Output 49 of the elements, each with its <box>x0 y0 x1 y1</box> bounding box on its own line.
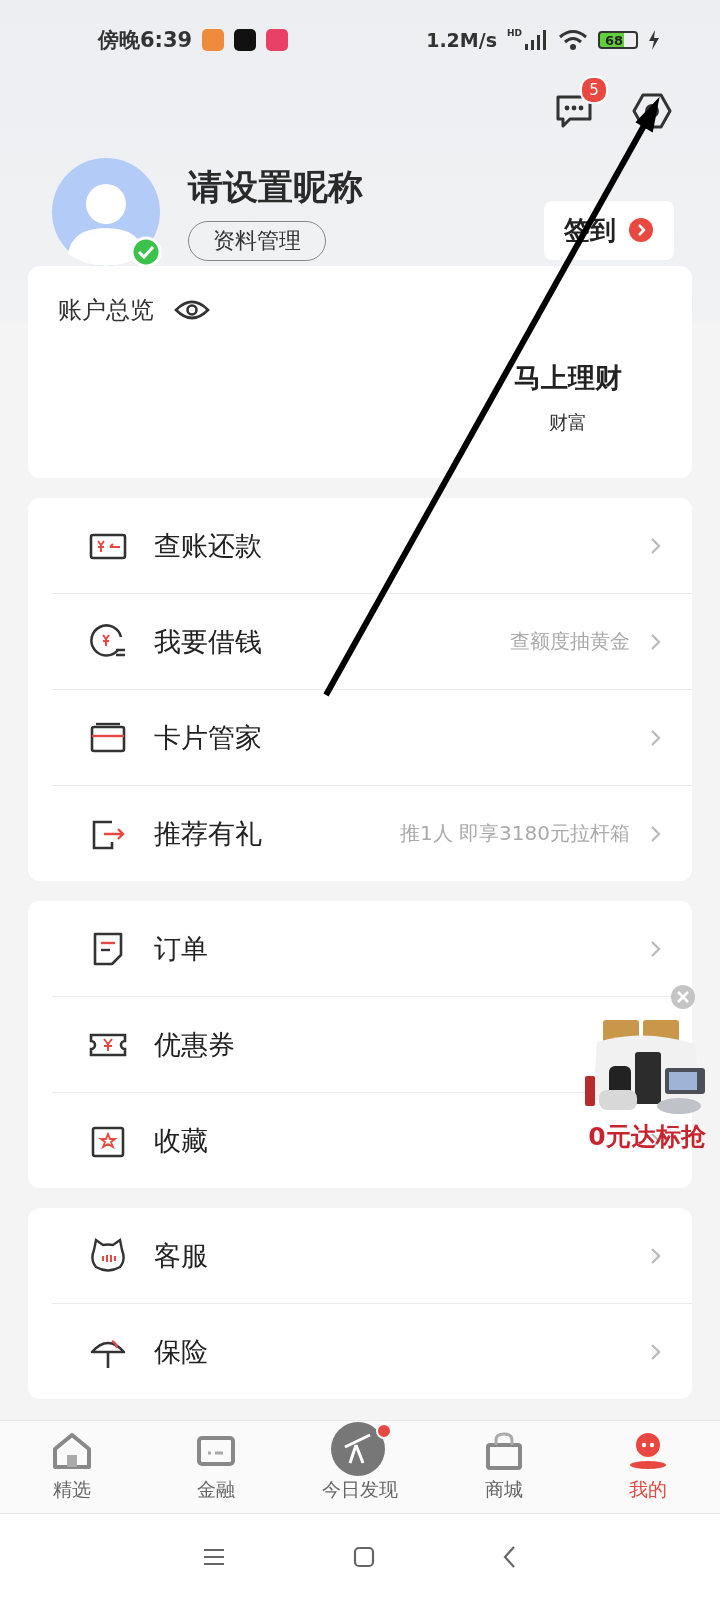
battery-icon: 68 <box>598 31 638 49</box>
product-name[interactable]: 马上理财 <box>514 360 622 396</box>
nav-tab[interactable]: 金融 <box>144 1421 288 1513</box>
status-time: 傍晚6:39 <box>98 27 193 54</box>
menu-item[interactable]: 订单 <box>154 930 208 967</box>
promo-caption[interactable]: 0元达标抢 <box>588 1120 706 1153</box>
chevron-right-icon <box>650 535 662 556</box>
menu-item[interactable]: 优惠券 <box>154 1026 235 1063</box>
menu-icon[interactable] <box>202 1547 226 1567</box>
home-icon <box>51 1431 93 1471</box>
arrow-circle-icon <box>628 217 654 243</box>
settings-icon[interactable] <box>632 92 672 130</box>
app-notification-icon <box>202 29 225 51</box>
signal-icon <box>524 30 548 50</box>
account-title: 账户总览 <box>58 295 154 326</box>
app-notification-icon <box>266 29 289 51</box>
chevron-right-icon <box>650 938 662 959</box>
network-type: HD <box>507 28 522 38</box>
chevron-right-icon <box>650 631 662 652</box>
chevron-right-icon <box>650 1341 662 1362</box>
menu-item[interactable]: 客服 <box>154 1237 208 1274</box>
chevron-right-icon <box>650 1245 662 1266</box>
menu-item[interactable]: 查账还款 <box>154 527 262 564</box>
home-button-icon[interactable] <box>352 1545 376 1569</box>
chevron-right-icon <box>650 823 662 844</box>
chevron-right-icon <box>650 727 662 748</box>
menu-item[interactable]: 收藏 <box>154 1122 208 1159</box>
back-icon[interactable] <box>502 1545 518 1569</box>
eye-icon[interactable] <box>174 298 210 322</box>
app-notification-icon <box>234 29 257 51</box>
network-speed: 1.2M/s <box>426 29 497 51</box>
user-icon <box>627 1431 669 1471</box>
nav-tab[interactable]: 今日发现 <box>288 1421 432 1513</box>
menu-item[interactable]: 保险 <box>154 1333 208 1370</box>
wifi-icon <box>558 29 588 51</box>
menu-hint: 查额度抽黄金 <box>510 628 630 655</box>
shopping-bag-icon <box>483 1431 525 1471</box>
menu-item[interactable]: 我要借钱 <box>154 623 262 660</box>
nickname-prompt[interactable]: 请设置昵称 <box>188 163 363 211</box>
charging-icon <box>648 30 660 50</box>
menu-hint: 推1人 即享3180元拉杆箱 <box>400 820 630 847</box>
nav-tab[interactable]: 精选 <box>0 1421 144 1513</box>
nav-tab[interactable]: 商城 <box>432 1421 576 1513</box>
nav-tab[interactable]: 我的 <box>576 1421 720 1513</box>
message-icon[interactable] <box>554 94 594 130</box>
unread-badge: 5 <box>580 76 608 104</box>
menu-item[interactable]: 推荐有礼 <box>154 815 262 852</box>
menu-item[interactable]: 卡片管家 <box>154 719 262 756</box>
product-category: 财富 <box>549 410 587 435</box>
